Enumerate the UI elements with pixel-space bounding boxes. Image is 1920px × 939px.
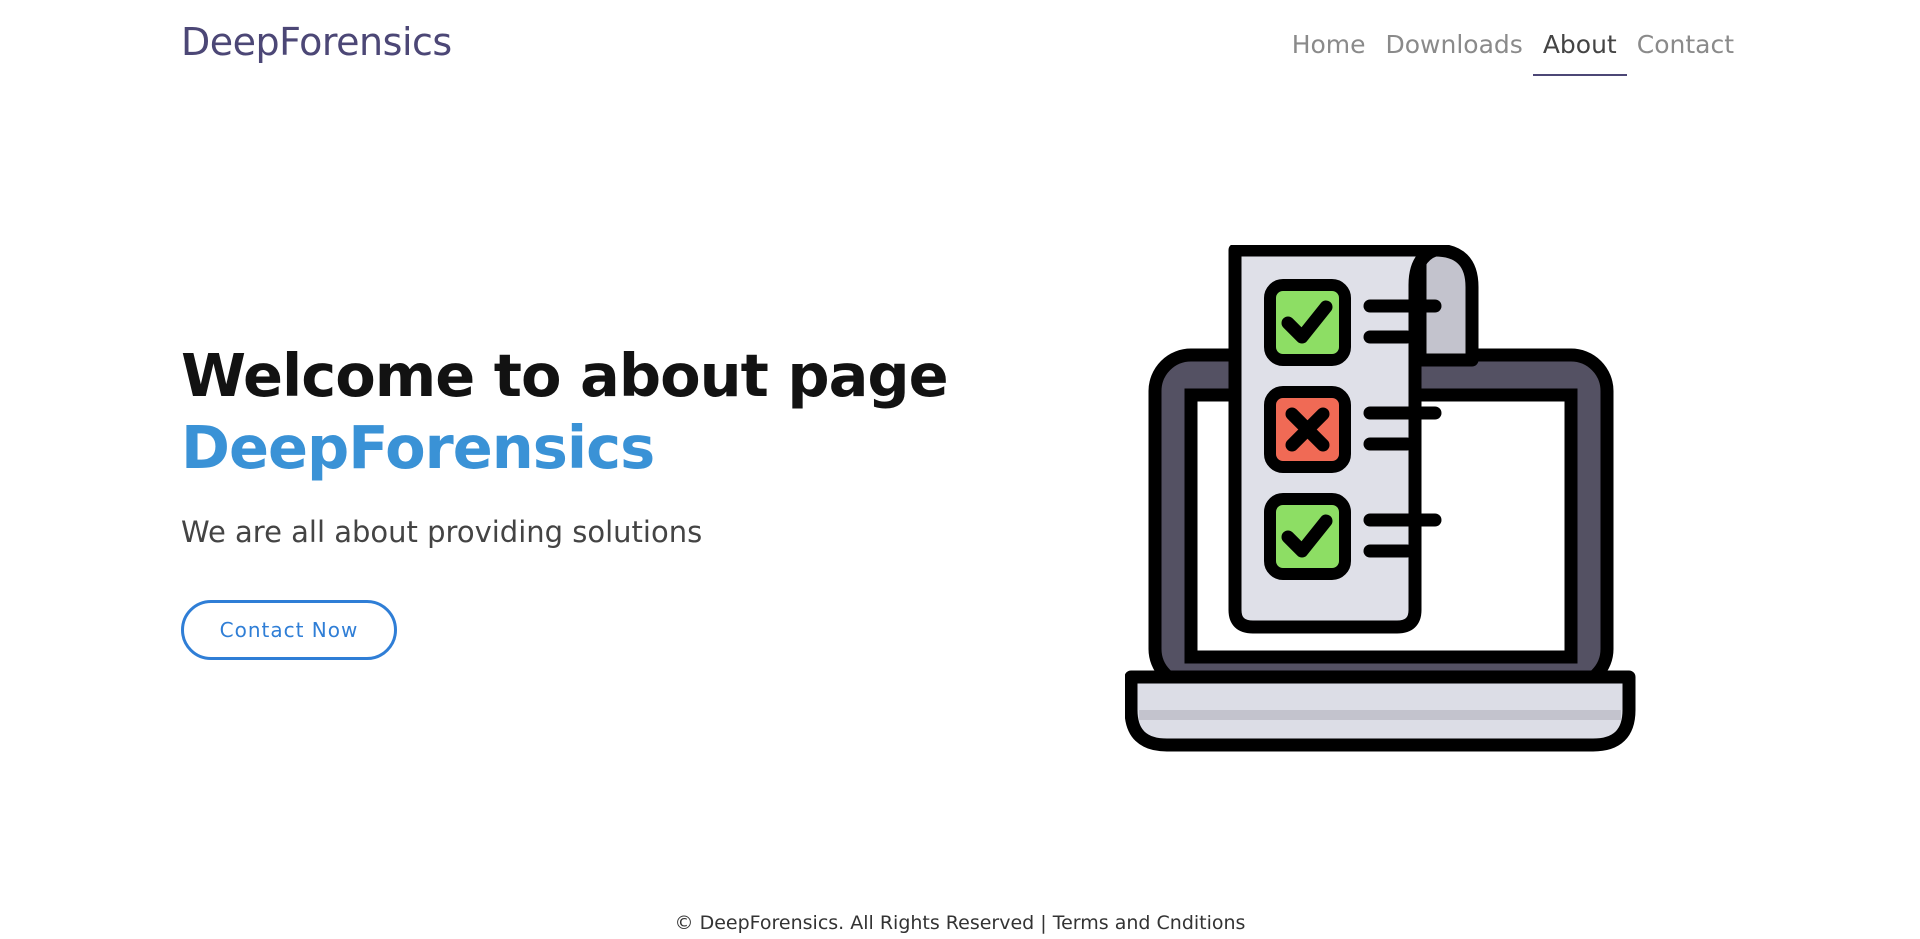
contact-now-button[interactable]: Contact Now (181, 600, 397, 660)
nav-item-about[interactable]: About (1532, 28, 1627, 76)
nav-item-contact[interactable]: Contact (1627, 28, 1744, 76)
copyright-text: © DeepForensics. All Rights Reserved | (674, 912, 1047, 934)
hero-section: Welcome to about page DeepForensics We a… (181, 340, 949, 660)
nav-menu: Home Downloads About Contact (1282, 28, 1744, 76)
nav-item-home[interactable]: Home (1282, 28, 1376, 76)
laptop-checklist-icon (1124, 243, 1645, 760)
navbar: DeepForensics Home Downloads About Conta… (0, 0, 1920, 90)
hero-brand: DeepForensics (181, 413, 655, 482)
brand-logo[interactable]: DeepForensics (181, 20, 452, 64)
nav-item-downloads[interactable]: Downloads (1376, 28, 1533, 76)
hero-subtitle: We are all about providing solutions (181, 515, 703, 549)
footer: © DeepForensics. All Rights Reserved | T… (0, 912, 1920, 934)
hero-title: Welcome to about page (181, 341, 949, 410)
terms-link[interactable]: Terms and Cnditions (1053, 912, 1246, 934)
